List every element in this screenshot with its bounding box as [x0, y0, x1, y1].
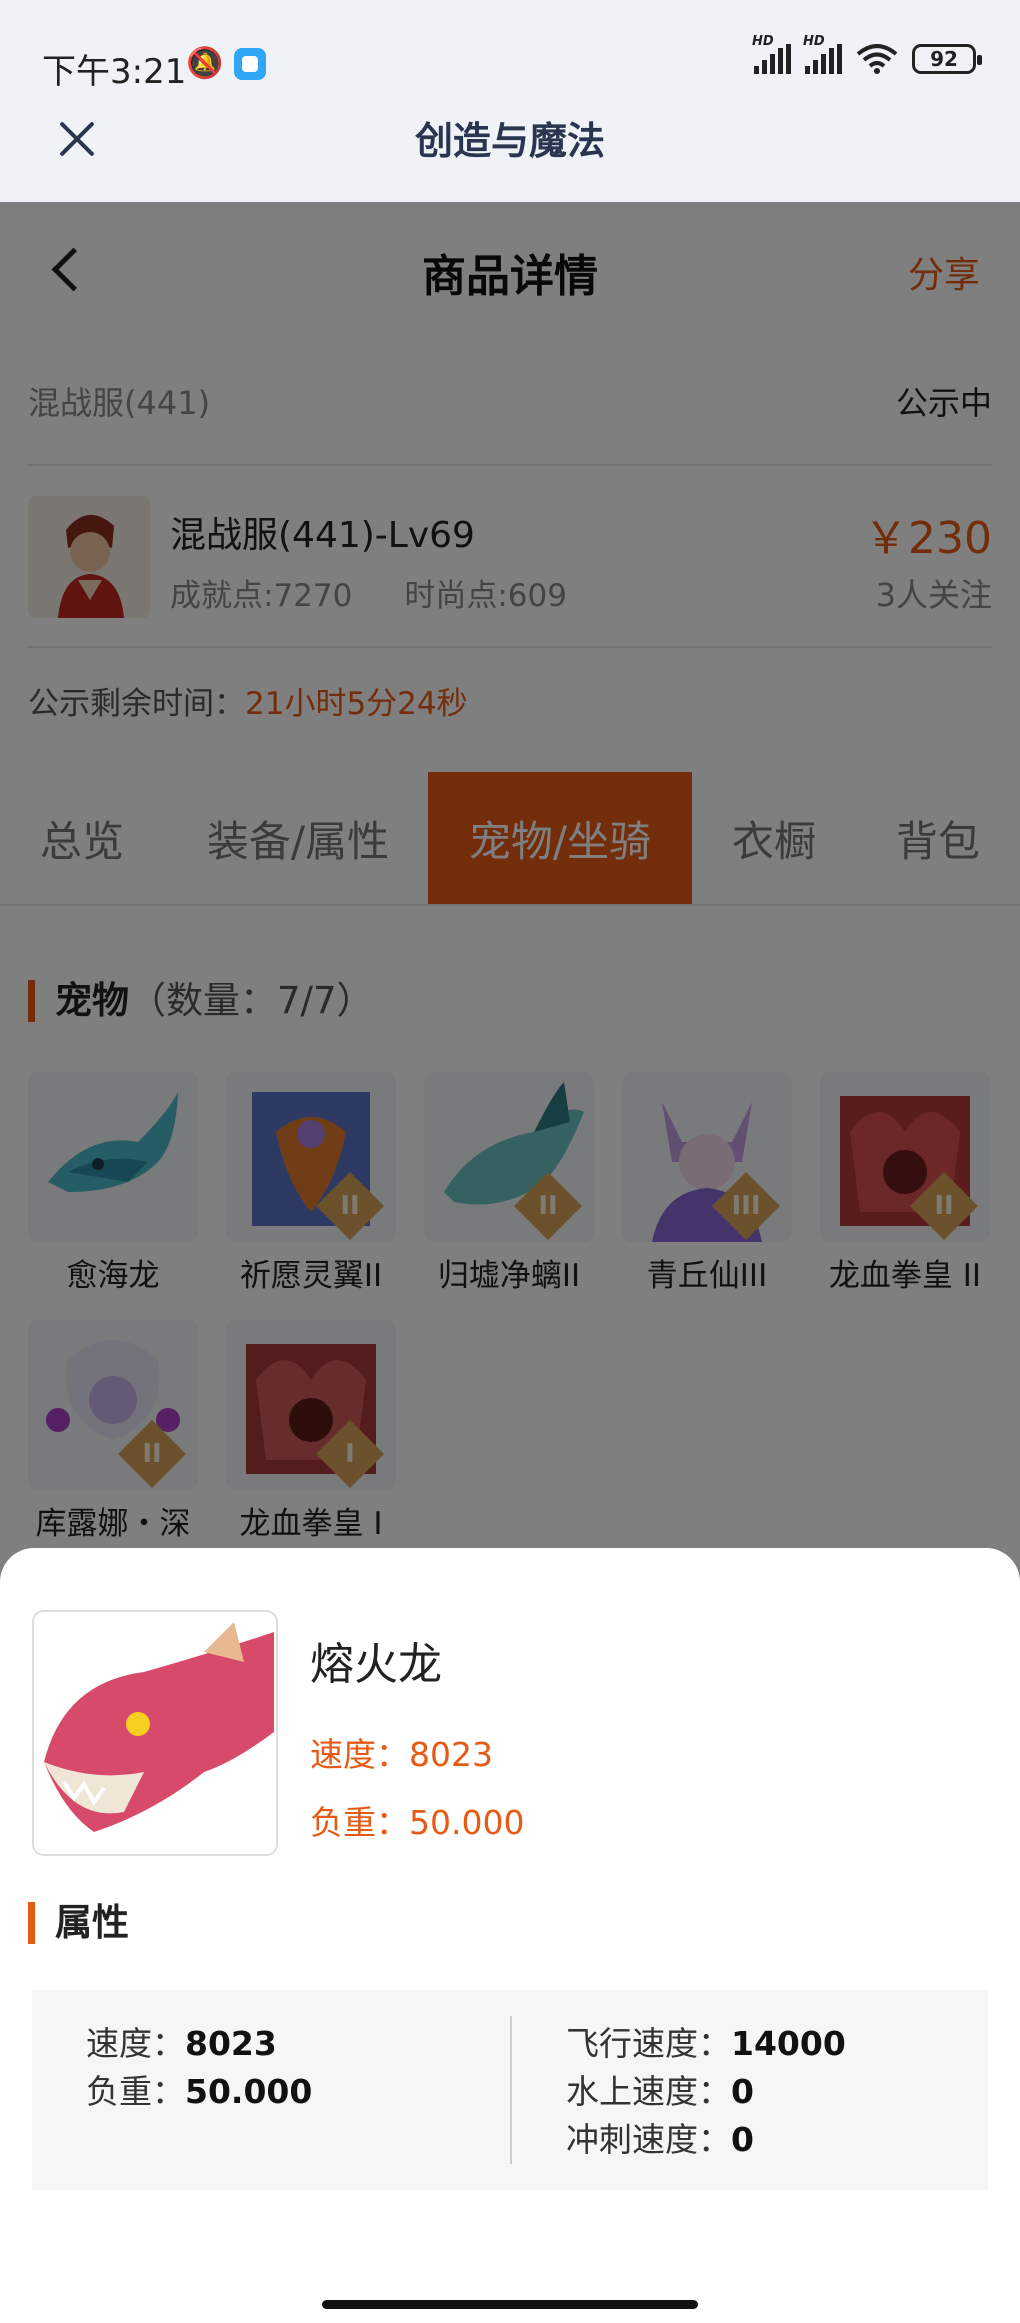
pet-detail-load: 负重：50.000: [310, 1803, 525, 1842]
app-top-bar: 创造与魔法: [0, 100, 1020, 202]
status-bar: 下午3:21 🔕 HD HD 92: [0, 0, 1020, 100]
hd-label: HD: [752, 34, 774, 49]
hd-label: HD: [803, 34, 825, 49]
app-title: 创造与魔法: [414, 119, 605, 163]
pet-detail-name: 熔火龙: [310, 1639, 442, 1690]
attributes-panel: 速度：8023 负重：50.000 飞行速度：14000 水上速度：0 冲刺速度…: [32, 1990, 988, 2190]
home-indicator[interactable]: [322, 2300, 698, 2309]
signal-icon: HD: [803, 34, 842, 74]
attributes-right: 飞行速度：14000 水上速度：0 冲刺速度：0: [566, 2020, 846, 2164]
battery-level: 92: [930, 47, 958, 71]
attr-fly-speed: 飞行速度：14000: [566, 2024, 846, 2063]
status-indicators: HD HD 92: [752, 34, 982, 74]
status-time: 下午3:21: [42, 52, 187, 92]
attr-dash-speed: 冲刺速度：0: [566, 2120, 754, 2159]
bell-muted-icon: 🔕: [186, 46, 224, 81]
battery-icon: 92: [912, 44, 982, 74]
attr-water-speed: 水上速度：0: [566, 2072, 754, 2111]
attributes-divider: [510, 2016, 512, 2164]
attributes-left: 速度：8023 负重：50.000: [86, 2020, 312, 2116]
attr-load: 负重：50.000: [86, 2072, 313, 2111]
signal-icon: HD: [752, 34, 791, 74]
wifi-icon: [856, 44, 898, 74]
attr-speed: 速度：8023: [86, 2024, 277, 2063]
app-notification-icon: [234, 48, 266, 80]
attributes-title: 属性: [28, 1902, 129, 1944]
pet-detail-speed: 速度：8023: [310, 1735, 493, 1774]
pet-detail-sheet: 熔火龙 速度：8023 负重：50.000 属性 速度：8023 负重：50.0…: [0, 1548, 1020, 2323]
pet-detail-image: [32, 1610, 278, 1856]
